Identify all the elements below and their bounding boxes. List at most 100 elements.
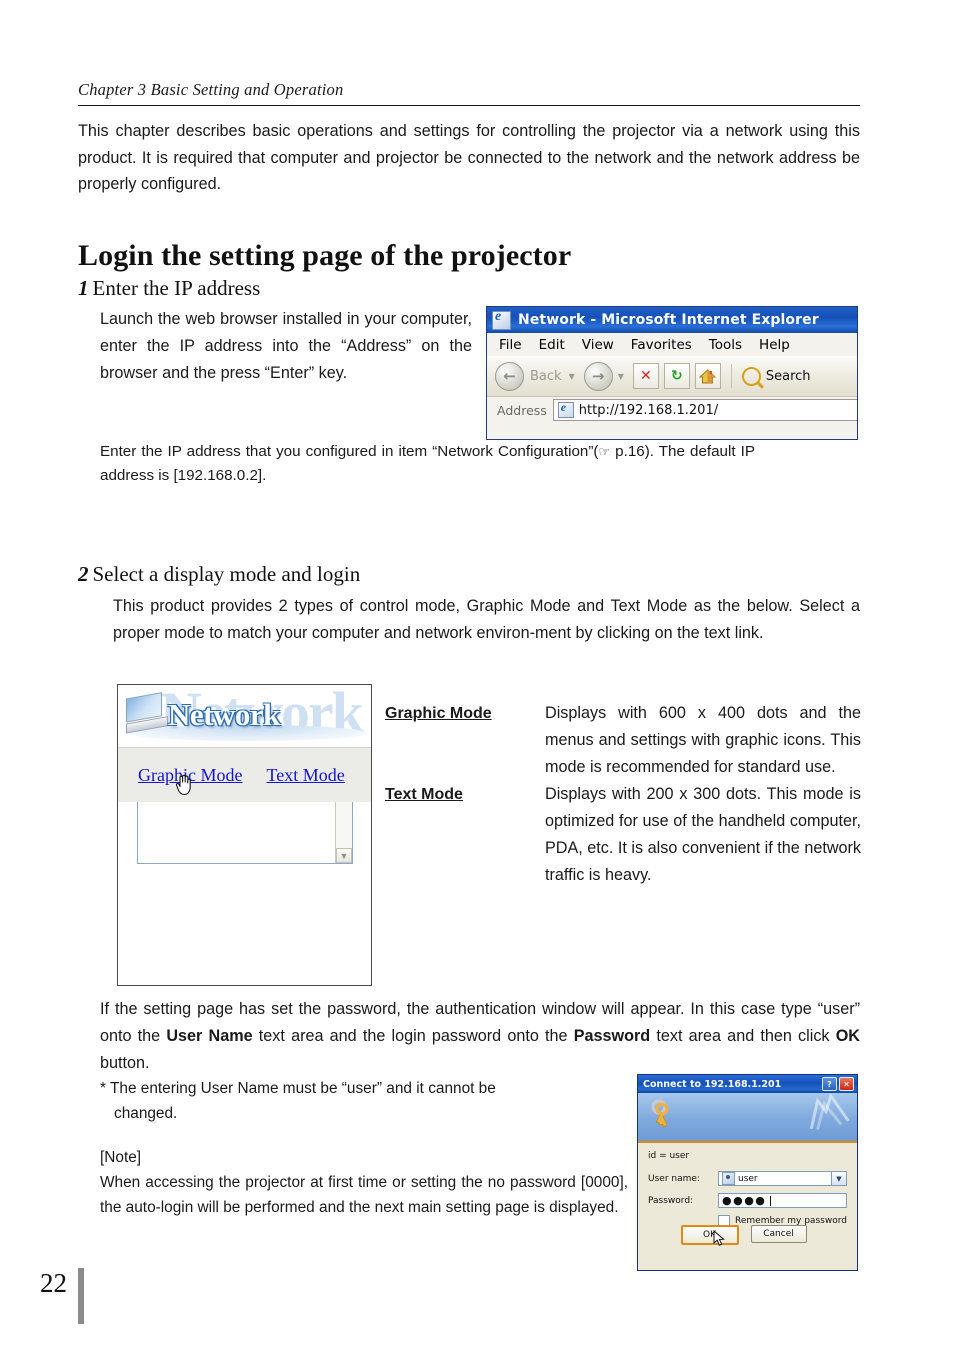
ip-note-part-1: Enter the IP address that you configured… — [100, 443, 599, 460]
username-input[interactable]: user ▼ — [718, 1171, 847, 1186]
menu-item-tools[interactable]: Tools — [709, 337, 742, 353]
internet-explorer-icon — [492, 309, 511, 330]
step-1-number: 1 — [78, 276, 89, 300]
dialog-title-bar: Connect to 192.168.1.201 ? ✕ — [638, 1075, 857, 1093]
mode-description-text: Displays with 200 x 300 dots. This mode … — [545, 785, 861, 884]
note-body: When accessing the projector at first ti… — [100, 1174, 628, 1216]
forward-dropdown-icon[interactable]: ▼ — [618, 372, 624, 381]
step-1-heading-text: Enter the IP address — [92, 276, 261, 300]
search-button[interactable]: Search — [741, 366, 811, 386]
dialog-title-text: Connect to 192.168.1.201 — [643, 1078, 782, 1090]
text-caret — [770, 1195, 772, 1206]
back-button-label[interactable]: Back — [530, 369, 562, 384]
network-wordmark: Network — [168, 697, 280, 732]
step-2-body: This product provides 2 types of control… — [113, 597, 860, 642]
browser-title-text: Network - Microsoft Internet Explorer — [518, 312, 819, 328]
refresh-icon[interactable]: ↻ — [663, 363, 690, 389]
username-input-value: user — [738, 1173, 758, 1184]
browser-address-bar: Address http://192.168.1.201/ — [487, 397, 857, 423]
dialog-id-hint: id = user — [648, 1151, 690, 1161]
intro-paragraph: This chapter describes basic operations … — [78, 122, 860, 193]
menu-item-edit[interactable]: Edit — [539, 337, 565, 353]
menu-item-file[interactable]: File — [499, 337, 522, 353]
menu-item-help[interactable]: Help — [759, 337, 790, 353]
step-2-number: 2 — [78, 562, 89, 586]
auth-ok-emphasis: OK — [835, 1027, 860, 1045]
auth-text-part-2: text area and the login password onto th… — [252, 1027, 574, 1045]
username-footnote-line-2: changed. — [114, 1105, 178, 1122]
network-page-body: ▲ ▼ Graphic Mode Text Mode — [118, 747, 371, 929]
step-2-heading-text: Select a display mode and login — [92, 562, 361, 586]
mode-name-text: Text Mode — [385, 786, 463, 803]
help-icon[interactable]: ? — [822, 1077, 837, 1091]
pointing-hand-icon: ☞ — [598, 444, 611, 459]
search-icon — [741, 366, 761, 386]
note-heading: [Note] — [100, 1149, 142, 1166]
network-banner: Network Network — [118, 685, 371, 747]
back-dropdown-icon[interactable]: ▼ — [569, 372, 575, 381]
auth-password-emphasis: Password — [573, 1027, 651, 1045]
auth-text-part-4: button. — [100, 1054, 150, 1072]
chapter-running-head: Chapter 3 Basic Setting and Operation — [78, 80, 860, 106]
cancel-button[interactable]: Cancel — [750, 1225, 807, 1243]
dialog-hero-banner — [638, 1093, 857, 1143]
mode-row-graphic: Graphic Mode Displays with 600 x 400 dot… — [385, 700, 861, 781]
back-icon[interactable]: ← — [495, 361, 524, 391]
auth-username-emphasis: User Name — [166, 1027, 253, 1045]
mode-description-table: Graphic Mode Displays with 600 x 400 dot… — [385, 700, 861, 889]
username-dropdown-icon[interactable]: ▼ — [831, 1172, 846, 1185]
page-favicon-icon — [557, 400, 574, 418]
mode-name-graphic: Graphic Mode — [385, 705, 492, 722]
forward-icon[interactable]: → — [583, 361, 613, 391]
password-input[interactable]: ●●●● — [718, 1193, 847, 1208]
close-icon[interactable]: ✕ — [839, 1077, 854, 1091]
network-page-screenshot: Network Network ▲ ▼ Graphic Mode Text Mo… — [117, 684, 372, 986]
dialog-password-row: Password: ●●●● — [648, 1193, 847, 1208]
note-block: [Note] When accessing the projector at f… — [100, 1145, 628, 1220]
page-number: 22 — [40, 1268, 67, 1298]
username-footnote: * The entering User Name must be “user” … — [100, 1076, 628, 1126]
dialog-button-row: OK Cancel — [638, 1225, 857, 1247]
home-icon[interactable] — [694, 363, 721, 389]
toolbar-divider — [730, 364, 732, 388]
mode-row-text: Text Mode Displays with 200 x 300 dots. … — [385, 781, 861, 889]
auth-text-part-3: text area and then click — [650, 1027, 836, 1045]
address-bar-label: Address — [497, 402, 547, 418]
mode-description-graphic: Displays with 600 x 400 dots and the men… — [545, 704, 861, 776]
stop-icon[interactable]: ✕ — [632, 363, 659, 389]
username-footnote-line-1: * The entering User Name must be “user” … — [100, 1080, 496, 1097]
address-input-value: http://192.168.1.201/ — [578, 402, 719, 418]
username-label: User name: — [648, 1173, 700, 1184]
scroll-down-icon[interactable]: ▼ — [336, 848, 352, 863]
laptop-icon — [126, 691, 168, 734]
browser-toolbar: ← Back ▼ → ▼ ✕ ↻ Search — [487, 356, 857, 397]
password-label: Password: — [648, 1195, 694, 1206]
cancel-button-label: Cancel — [763, 1229, 794, 1239]
browser-menu-bar: File Edit View Favorites Tools Help — [487, 333, 857, 356]
step-2-heading: 2 Select a display mode and login — [78, 562, 360, 587]
ok-button[interactable]: OK — [680, 1225, 739, 1247]
menu-item-favorites[interactable]: Favorites — [631, 337, 692, 353]
search-button-label: Search — [765, 368, 811, 384]
page-title: Login the setting page of the projector — [78, 239, 572, 273]
user-account-icon — [722, 1172, 735, 1185]
arrow-cursor-icon — [713, 1229, 726, 1247]
password-input-value: ●●●● — [722, 1194, 767, 1207]
page-edge-bar — [78, 1268, 84, 1324]
network-mode-link-bar: Graphic Mode Text Mode — [118, 747, 371, 802]
dialog-username-row: User name: user ▼ — [648, 1171, 847, 1186]
step-1-body: Launch the web browser installed in your… — [100, 310, 472, 382]
browser-window-screenshot: Network - Microsoft Internet Explorer Fi… — [486, 306, 858, 440]
dialog-fields-area: id = user User name: user ▼ Password: ●●… — [638, 1143, 857, 1251]
decorative-pattern-icon — [801, 1093, 855, 1141]
step-1-heading: 1 Enter the IP address — [78, 276, 260, 301]
authentication-instructions: If the setting page has set the password… — [100, 996, 860, 1077]
authentication-dialog-screenshot: Connect to 192.168.1.201 ? ✕ id = user U… — [637, 1074, 858, 1271]
address-input[interactable]: http://192.168.1.201/ — [552, 399, 857, 421]
browser-title-bar: Network - Microsoft Internet Explorer — [487, 307, 857, 333]
keys-icon — [648, 1099, 678, 1137]
menu-item-view[interactable]: View — [582, 337, 614, 353]
step-1-ip-note: Enter the IP address that you configured… — [100, 440, 755, 488]
hand-cursor-icon — [175, 774, 193, 796]
text-mode-link[interactable]: Text Mode — [266, 765, 344, 786]
